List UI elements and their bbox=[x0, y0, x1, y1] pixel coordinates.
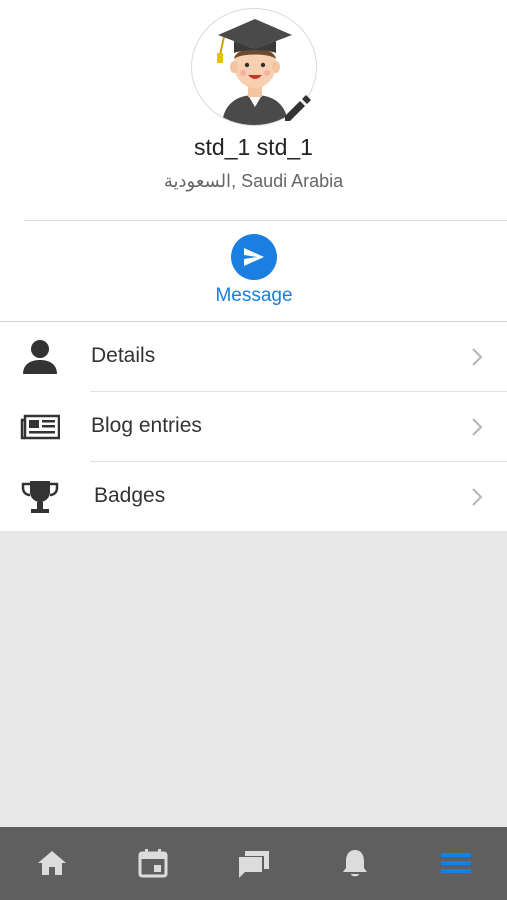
menu-item-label: Blog entries bbox=[91, 414, 202, 437]
bottom-navigation bbox=[0, 827, 507, 900]
menu-item-label: Badges bbox=[94, 484, 166, 507]
profile-location: السعودية, Saudi Arabia bbox=[163, 171, 344, 191]
app-screen: std_1 std_1 السعودية, Saudi Arabia Messa… bbox=[0, 0, 507, 900]
message-button[interactable]: Message bbox=[200, 232, 308, 312]
edit-pencil-icon[interactable] bbox=[279, 92, 313, 126]
chevron-right-icon bbox=[468, 416, 486, 438]
menu-item-label: Details bbox=[91, 344, 156, 367]
menu-item-details[interactable]: Details bbox=[0, 322, 507, 391]
message-label: Message bbox=[215, 285, 293, 306]
profile-header: std_1 std_1 السعودية, Saudi Arabia Messa… bbox=[0, 0, 507, 322]
calendar-icon[interactable] bbox=[135, 845, 171, 881]
send-icon bbox=[231, 234, 277, 280]
menu-item-blog-entries[interactable]: Blog entries bbox=[0, 392, 507, 461]
profile-menu: Details Blog entries Badges bbox=[0, 322, 507, 531]
menu-icon[interactable] bbox=[438, 845, 474, 881]
chevron-right-icon bbox=[468, 486, 486, 508]
chevron-right-icon bbox=[468, 346, 486, 368]
home-icon[interactable] bbox=[34, 845, 70, 881]
messages-icon[interactable] bbox=[236, 845, 272, 881]
bell-icon[interactable] bbox=[337, 845, 373, 881]
trophy-icon bbox=[20, 478, 60, 516]
divider bbox=[24, 220, 507, 221]
newspaper-icon bbox=[20, 408, 61, 446]
menu-item-badges[interactable]: Badges bbox=[0, 462, 507, 531]
avatar[interactable] bbox=[191, 8, 317, 126]
profile-name: std_1 std_1 bbox=[194, 134, 313, 160]
person-icon bbox=[20, 338, 60, 376]
